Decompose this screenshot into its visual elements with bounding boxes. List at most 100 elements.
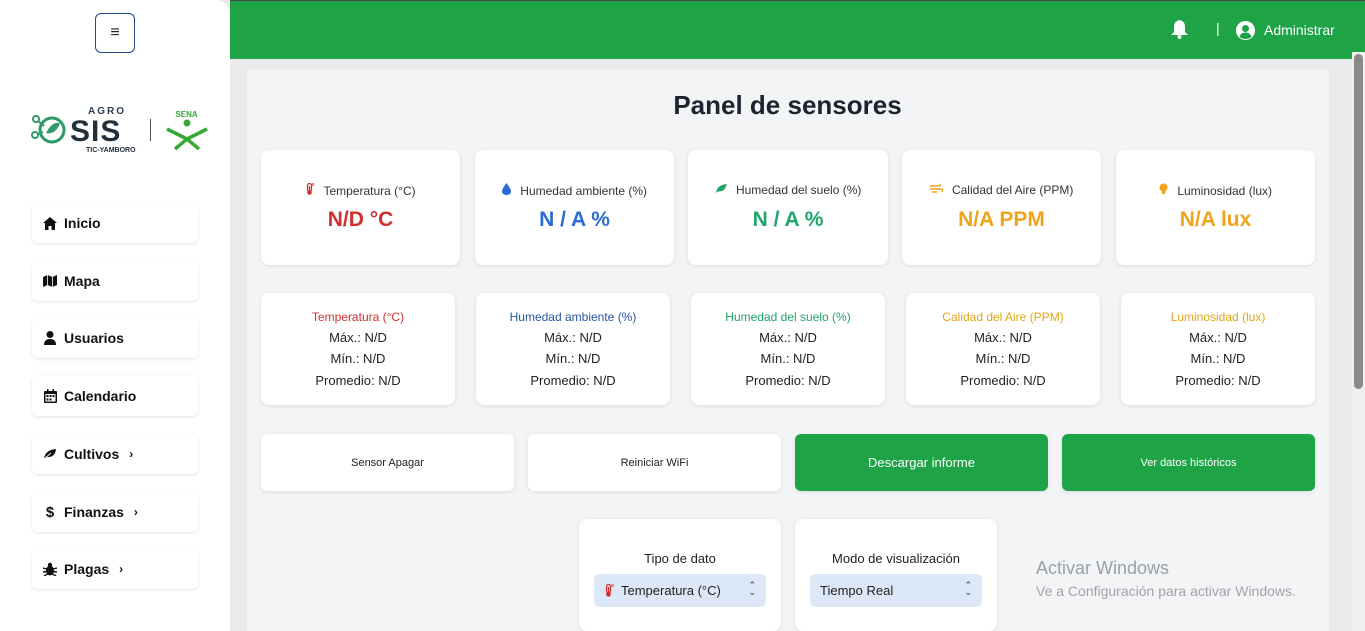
bell-icon[interactable]	[1170, 19, 1189, 44]
map-icon	[42, 275, 58, 287]
sensor-value: N/A lux	[1179, 208, 1252, 231]
sidebar-item-finanzas[interactable]: $ Finanzas ›	[32, 492, 198, 532]
view-mode-card: Modo de visualización Tiempo Real ⌃ ⌄	[795, 519, 997, 631]
sidebar-item-cultivos[interactable]: Cultivos ›	[32, 434, 198, 474]
leaf-icon	[42, 448, 58, 460]
lightbulb-icon	[1159, 183, 1168, 198]
button-label: Descargar informe	[868, 455, 975, 470]
stats-min: Mín.: N/D	[545, 351, 601, 366]
stats-max: Máx.: N/D	[329, 330, 387, 345]
sidebar-item-inicio[interactable]: Inicio	[32, 203, 198, 243]
sensor-off-button[interactable]: Sensor Apagar	[261, 434, 514, 491]
stats-card-air-quality: Calidad del Aire (PPM) Máx.: N/D Mín.: N…	[906, 293, 1100, 405]
stats-avg: Promedio: N/D	[745, 373, 831, 388]
sensor-card-luminosity: Luminosidad (lux) N/A lux	[1116, 150, 1315, 265]
data-type-label: Tipo de dato	[644, 551, 716, 566]
stats-card-soil-humidity: Humedad del suelo (%) Máx.: N/D Mín.: N/…	[691, 293, 885, 405]
stats-card-temperature: Temperatura (°C) Máx.: N/D Mín.: N/D Pro…	[261, 293, 455, 405]
logo-sub-text: TIC-YAMBORO	[86, 146, 136, 154]
sensor-label: Calidad del Aire (PPM)	[951, 183, 1074, 197]
stats-card-air-humidity: Humedad ambiente (%) Máx.: N/D Mín.: N/D…	[476, 293, 670, 405]
select-arrows-icon: ⌃ ⌄	[748, 580, 756, 597]
hamburger-icon: ≡	[110, 24, 120, 41]
calendar-icon	[42, 389, 58, 403]
chevron-right-icon: ›	[129, 447, 134, 461]
chevron-right-icon: ›	[133, 505, 138, 519]
user-menu-link[interactable]: Administrar	[1264, 22, 1335, 38]
view-mode-selected: Tiempo Real	[820, 583, 894, 598]
stats-title: Temperatura (°C)	[311, 310, 405, 324]
view-history-button[interactable]: Ver datos históricos	[1062, 434, 1315, 491]
stats-min: Mín.: N/D	[760, 351, 816, 366]
button-label: Ver datos históricos	[1140, 456, 1237, 469]
sidebar-item-calendario[interactable]: Calendario	[32, 376, 198, 416]
user-icon	[42, 331, 58, 345]
data-type-selected: Temperatura (°C)	[621, 583, 721, 598]
scrollbar-thumb[interactable]	[1354, 54, 1363, 389]
dollar-icon: $	[45, 503, 55, 521]
sensor-label: Temperatura (°C)	[323, 184, 416, 198]
stats-avg: Promedio: N/D	[1175, 373, 1261, 388]
user-circle-icon[interactable]	[1236, 21, 1255, 40]
thermometer-icon	[305, 182, 315, 198]
download-report-button[interactable]: Descargar informe	[795, 434, 1048, 491]
sensor-card-soil-humidity: Humedad del suelo (%) N / A %	[688, 150, 888, 265]
stats-avg: Promedio: N/D	[315, 373, 401, 388]
sidebar-item-usuarios[interactable]: Usuarios	[32, 318, 198, 358]
stats-min: Mín.: N/D	[975, 351, 1031, 366]
select-arrows-icon: ⌃ ⌄	[964, 580, 972, 597]
sidebar-item-mapa[interactable]: Mapa	[32, 261, 198, 301]
sidebar-item-label: Finanzas	[64, 504, 124, 520]
stats-min: Mín.: N/D	[330, 351, 386, 366]
sensor-value: N/D °C	[327, 208, 394, 231]
sidebar-item-label: Mapa	[64, 273, 100, 289]
home-icon	[42, 216, 58, 230]
sena-figure-icon	[165, 119, 208, 150]
logo-divider	[149, 119, 151, 141]
sensor-card-air-humidity: Humedad ambiente (%) N / A %	[475, 150, 674, 265]
activation-watermark-subtitle: Ve a Configuración para activar Windows.	[1036, 583, 1296, 599]
leaf-icon	[715, 183, 727, 197]
top-header: | Administrar	[230, 0, 1365, 59]
stats-max: Máx.: N/D	[544, 330, 602, 345]
wind-icon	[929, 183, 943, 197]
chevron-right-icon: ›	[119, 562, 124, 576]
thermometer-icon	[604, 584, 614, 597]
page-scrollbar[interactable]	[1352, 52, 1365, 631]
restart-wifi-button[interactable]: Reiniciar WiFi	[528, 434, 781, 491]
stats-title: Humedad del suelo (%)	[725, 310, 851, 324]
stats-title: Humedad ambiente (%)	[509, 310, 637, 324]
sidebar-item-label: Calendario	[64, 388, 137, 404]
view-mode-select[interactable]: Tiempo Real ⌃ ⌄	[810, 574, 982, 607]
stats-max: Máx.: N/D	[1189, 330, 1247, 345]
stats-max: Máx.: N/D	[759, 330, 817, 345]
sidebar-item-label: Usuarios	[64, 330, 124, 346]
sensor-label: Humedad del suelo (%)	[735, 183, 862, 197]
logo-sis-text: SIS	[70, 114, 122, 148]
header-separator: |	[1216, 20, 1220, 36]
stats-avg: Promedio: N/D	[960, 373, 1046, 388]
stats-title: Calidad del Aire (PPM)	[942, 310, 1064, 324]
sensor-label: Humedad ambiente (%)	[520, 184, 648, 198]
view-mode-label: Modo de visualización	[832, 551, 960, 566]
stats-title: Luminosidad (lux)	[1170, 310, 1266, 324]
sensor-value: N / A %	[752, 208, 824, 231]
data-type-card: Tipo de dato Temperatura (°C) ⌃ ⌄	[579, 519, 781, 631]
sensor-value: N/A PPM	[958, 208, 1045, 231]
button-label: Reiniciar WiFi	[620, 456, 689, 469]
droplet-icon	[501, 183, 511, 198]
stats-card-luminosity: Luminosidad (lux) Máx.: N/D Mín.: N/D Pr…	[1121, 293, 1315, 405]
data-type-select[interactable]: Temperatura (°C) ⌃ ⌄	[594, 574, 766, 607]
menu-toggle-button[interactable]: ≡	[95, 13, 135, 53]
stats-max: Máx.: N/D	[974, 330, 1032, 345]
sensor-card-temperature: Temperatura (°C) N/D °C	[261, 150, 460, 265]
sensor-value: N / A %	[539, 208, 610, 231]
sidebar-item-label: Plagas	[64, 561, 110, 577]
page-title: Panel de sensores	[673, 90, 902, 120]
stats-avg: Promedio: N/D	[530, 373, 616, 388]
sidebar-item-label: Inicio	[64, 215, 101, 231]
sidebar-item-label: Cultivos	[64, 446, 120, 462]
bug-icon	[42, 562, 58, 576]
activation-watermark-title: Activar Windows	[1036, 558, 1170, 578]
sidebar-item-plagas[interactable]: Plagas ›	[32, 549, 198, 589]
